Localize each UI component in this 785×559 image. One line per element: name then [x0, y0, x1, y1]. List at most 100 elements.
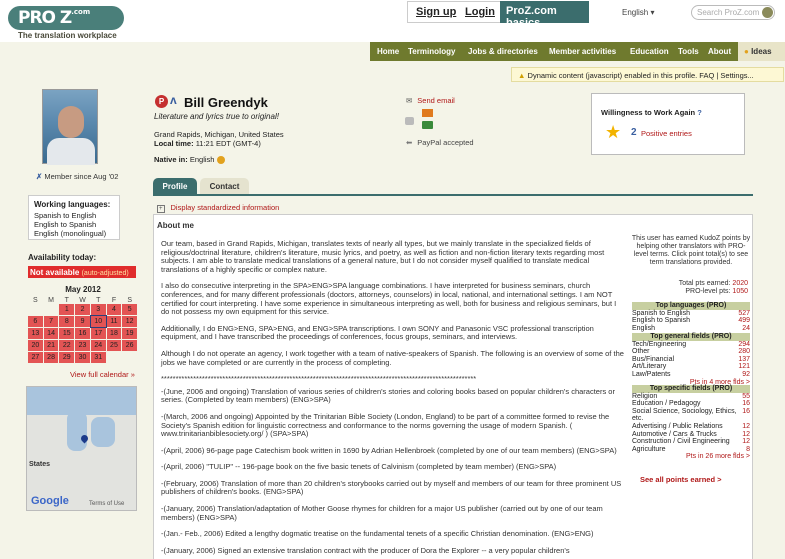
- row-value[interactable]: 8: [746, 446, 750, 454]
- calendar-day[interactable]: 5: [122, 304, 138, 315]
- calendar-day[interactable]: 7: [43, 316, 59, 327]
- search-input[interactable]: Search ProZ.com: [691, 5, 775, 20]
- table-row[interactable]: Education / Pedagogy 16: [632, 400, 750, 408]
- calendar-day[interactable]: 6: [28, 316, 43, 327]
- table-row[interactable]: English 24: [632, 325, 750, 333]
- table-row[interactable]: Agriculture 8: [632, 446, 750, 454]
- send-email-text[interactable]: Send email: [417, 96, 455, 105]
- calendar-day[interactable]: 8: [59, 316, 75, 327]
- table-row[interactable]: Art/Literary 121: [632, 363, 750, 371]
- row-value[interactable]: 12: [742, 423, 750, 431]
- tab-profile[interactable]: Profile: [153, 178, 197, 195]
- calendar-day[interactable]: 15: [59, 328, 75, 339]
- table-row[interactable]: Automotive / Cars & Trucks 12: [632, 431, 750, 439]
- wwa-positive-link[interactable]: Positive entries: [641, 129, 692, 138]
- table-row[interactable]: Religion 55: [632, 393, 750, 401]
- search-go-icon[interactable]: [762, 7, 773, 18]
- nav-member-activities[interactable]: Member activities: [549, 47, 616, 56]
- wwa-count[interactable]: 2: [631, 127, 637, 138]
- calendar-day[interactable]: 22: [59, 340, 75, 351]
- row-value[interactable]: 16: [742, 400, 750, 408]
- table-row[interactable]: Tech/Engineering 294: [632, 341, 750, 349]
- row-value[interactable]: 55: [742, 393, 750, 401]
- table-row[interactable]: Advertising / Public Relations 12: [632, 423, 750, 431]
- table-row[interactable]: Social Science, Sociology, Ethics, etc. 1…: [632, 408, 750, 423]
- display-standardized-info[interactable]: + Display standardized information: [153, 199, 753, 215]
- more-specific-fields-link[interactable]: Pts in 26 more flds >: [632, 453, 750, 461]
- see-all-points-link[interactable]: See all points earned >: [640, 475, 722, 484]
- nav-jobs-directories[interactable]: Jobs & directories: [468, 47, 538, 56]
- calendar-day[interactable]: 16: [75, 328, 90, 339]
- tab-contact[interactable]: Contact: [200, 178, 249, 195]
- row-value[interactable]: 12: [742, 438, 750, 446]
- kudoz-totals: Total pts earned: 2020 PRO-level pts: 10…: [630, 280, 748, 296]
- notice-text[interactable]: Dynamic content (javascript) enabled in …: [528, 71, 754, 80]
- signup-link[interactable]: Sign up: [416, 6, 456, 18]
- nav-education[interactable]: Education: [630, 47, 669, 56]
- calendar-day[interactable]: 25: [106, 340, 122, 351]
- nav-tools[interactable]: Tools: [678, 47, 699, 56]
- location-map[interactable]: States Google Terms of Use: [26, 386, 137, 511]
- calendar-day[interactable]: 28: [43, 352, 59, 363]
- calendar-day[interactable]: 29: [59, 352, 75, 363]
- row-value[interactable]: 92: [742, 371, 750, 379]
- calendar-day[interactable]: 21: [43, 340, 59, 351]
- nav-about[interactable]: About: [708, 47, 731, 56]
- calendar-day-today[interactable]: 10: [89, 315, 107, 328]
- calendar-day[interactable]: 26: [122, 340, 138, 351]
- row-value[interactable]: 294: [738, 341, 750, 349]
- calendar-day[interactable]: 24: [90, 340, 106, 351]
- working-language-item: English to Spanish: [34, 220, 97, 229]
- flag-icon[interactable]: [422, 109, 433, 117]
- view-full-calendar-link[interactable]: View full calendar »: [70, 370, 135, 379]
- table-row[interactable]: Bus/Financial 137: [632, 356, 750, 364]
- calendar-day[interactable]: 19: [122, 328, 138, 339]
- contact-flag-icon[interactable]: [422, 121, 433, 129]
- row-value[interactable]: 16: [742, 408, 750, 423]
- display-info-text[interactable]: Display standardized information: [171, 203, 280, 212]
- pro-value[interactable]: 1050: [732, 288, 748, 295]
- calendar-day[interactable]: 30: [75, 352, 90, 363]
- calendar-day[interactable]: 9: [75, 316, 90, 327]
- ideas-button[interactable]: ● Ideas: [738, 42, 785, 61]
- row-value[interactable]: 121: [738, 363, 750, 371]
- send-email-link[interactable]: ✉ Send email: [406, 96, 455, 105]
- table-row[interactable]: Construction / Civil Engineering 12: [632, 438, 750, 446]
- calendar-day[interactable]: 27: [28, 352, 43, 363]
- calendar-day[interactable]: 17: [90, 328, 106, 339]
- total-value[interactable]: 2020: [732, 280, 748, 287]
- calendar-day[interactable]: 1: [59, 304, 75, 315]
- nav-home[interactable]: Home: [377, 47, 399, 56]
- row-value[interactable]: 12: [742, 431, 750, 439]
- map-terms-link[interactable]: Terms of Use: [89, 501, 124, 507]
- calendar-day[interactable]: 11: [106, 316, 122, 327]
- chat-icon[interactable]: [405, 117, 414, 125]
- calendar-day[interactable]: 20: [28, 340, 43, 351]
- calendar-day[interactable]: 14: [43, 328, 59, 339]
- proz-basics-link[interactable]: ProZ.com basics: [500, 1, 589, 29]
- proz-logo[interactable]: PRO Z.com: [8, 6, 124, 30]
- calendar-day[interactable]: 3: [90, 304, 106, 315]
- nav-terminology[interactable]: Terminology: [408, 47, 455, 56]
- row-value[interactable]: 24: [742, 325, 750, 333]
- row-value[interactable]: 499: [738, 317, 750, 325]
- calendar-day[interactable]: 12: [122, 316, 138, 327]
- calendar-day[interactable]: 31: [90, 352, 106, 363]
- calendar-day[interactable]: 13: [28, 328, 43, 339]
- expand-icon[interactable]: +: [157, 205, 165, 213]
- row-value[interactable]: 280: [738, 348, 750, 356]
- login-link[interactable]: Login: [465, 6, 495, 18]
- info-icon[interactable]: ?: [697, 108, 702, 117]
- language-select[interactable]: English ▾: [622, 8, 655, 17]
- calendar-day[interactable]: 18: [106, 328, 122, 339]
- calendar-day[interactable]: 2: [75, 304, 90, 315]
- table-row[interactable]: Other 280: [632, 348, 750, 356]
- calendar-day[interactable]: 4: [106, 304, 122, 315]
- table-row[interactable]: English to Spanish 499: [632, 317, 750, 325]
- view-calendar-text[interactable]: View full calendar »: [70, 370, 135, 379]
- table-row[interactable]: Law/Patents 92: [632, 371, 750, 379]
- table-row[interactable]: Spanish to English 527: [632, 310, 750, 318]
- row-value[interactable]: 527: [738, 310, 750, 318]
- calendar-day[interactable]: 23: [75, 340, 90, 351]
- row-value[interactable]: 137: [738, 356, 750, 364]
